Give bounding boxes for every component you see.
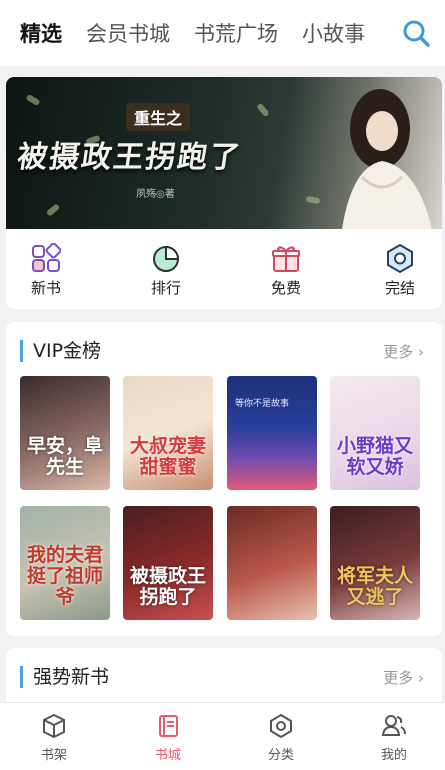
banner-character-illustration: [342, 89, 432, 229]
tab-short-stories[interactable]: 小故事: [302, 18, 365, 48]
chevron-right-icon: ›: [418, 343, 424, 361]
nav-label: 书城: [154, 748, 181, 763]
cube-icon: [43, 713, 65, 739]
category-icon: [270, 713, 292, 739]
book-cover[interactable]: 早安，阜先生: [20, 376, 110, 490]
grid-icon: [32, 243, 61, 272]
more-link[interactable]: 更多 ›: [383, 341, 424, 362]
book-cover[interactable]: 大叔宠妻甜蜜蜜: [123, 376, 213, 490]
nav-label: 我的: [380, 748, 407, 763]
category-label: 排行: [150, 279, 181, 297]
banner-pretitle: 重生之: [126, 103, 191, 131]
category-free[interactable]: 免费: [256, 243, 316, 298]
book-cover[interactable]: 将军夫人又逃了: [330, 506, 420, 620]
nav-label: 书架: [40, 748, 67, 763]
nav-bookshelf[interactable]: 书架: [24, 713, 84, 763]
more-link[interactable]: 更多 ›: [383, 667, 424, 688]
banner-title: 被摄政王拐跑了: [15, 140, 244, 175]
category-new-books[interactable]: 新书: [16, 243, 76, 298]
book-title: 小野猫又软又娇: [336, 435, 413, 478]
book-title: 大叔宠妻甜蜜蜜: [129, 435, 206, 478]
book-title: 等你不是故事: [235, 399, 290, 409]
book-icon: [159, 715, 178, 737]
book-cover[interactable]: 被摄政王拐跑了: [123, 506, 213, 620]
vip-ranking-section: VIP金榜 更多 › 早安，阜先生 大叔宠妻甜蜜蜜 等你不是故事 小野猫又软又娇…: [6, 322, 442, 636]
bottom-navigation: 书架 书城 分类 我的: [0, 702, 445, 770]
section-title: 强势新书: [20, 666, 109, 688]
nav-label: 分类: [267, 748, 294, 763]
hexagon-icon: [387, 243, 413, 273]
nav-categories[interactable]: 分类: [251, 713, 311, 763]
more-label: 更多: [383, 343, 414, 361]
new-books-section: 强势新书 更多 ›: [6, 648, 442, 708]
tab-featured[interactable]: 精选: [20, 18, 62, 48]
promo-banner[interactable]: 重生之 被摄政王拐跑了 夙殇◎著: [6, 77, 442, 229]
category-label: 新书: [30, 279, 61, 297]
category-finished[interactable]: 完结: [370, 243, 430, 298]
book-cover[interactable]: 小野猫又软又娇: [330, 376, 420, 490]
banner-author: 夙殇◎著: [136, 189, 175, 200]
book-title: 将军夫人又逃了: [336, 565, 413, 608]
gift-icon: [272, 246, 300, 272]
book-title: 早安，阜先生: [26, 435, 103, 478]
book-title: 我的夫君挺了祖师爷: [26, 544, 103, 608]
search-icon[interactable]: [401, 18, 431, 48]
pie-chart-icon: [153, 245, 180, 272]
book-cover[interactable]: 等你不是故事: [227, 376, 317, 490]
category-ranking[interactable]: 排行: [136, 243, 196, 298]
top-tab-bar: 精选 会员书城 书荒广场 小故事: [0, 0, 445, 66]
tab-book-plaza[interactable]: 书荒广场: [194, 18, 278, 48]
book-cover[interactable]: [227, 506, 317, 620]
user-icon: [381, 715, 406, 736]
nav-profile[interactable]: 我的: [364, 713, 424, 763]
book-title: 被摄政王拐跑了: [129, 565, 206, 608]
book-cover[interactable]: 我的夫君挺了祖师爷: [20, 506, 110, 620]
section-title: VIP金榜: [20, 340, 101, 362]
tab-member-store[interactable]: 会员书城: [86, 18, 170, 48]
category-label: 完结: [384, 279, 415, 297]
nav-bookstore[interactable]: 书城: [138, 713, 198, 763]
chevron-right-icon: ›: [418, 669, 424, 687]
category-shortcuts: 新书 排行 免费 完结: [6, 229, 442, 309]
more-label: 更多: [383, 669, 414, 687]
category-label: 免费: [270, 279, 301, 297]
